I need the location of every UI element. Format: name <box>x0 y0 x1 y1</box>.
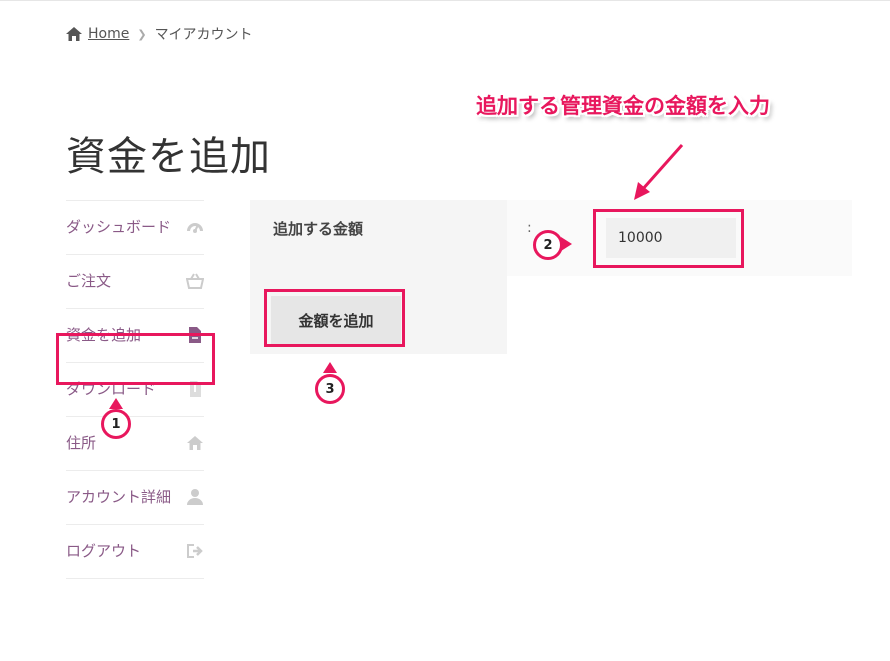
callout-arrow-icon <box>634 144 684 200</box>
page-title: 資金を追加 <box>66 134 271 180</box>
sidebar-item-address[interactable]: 住所 <box>66 416 204 470</box>
sidebar-item-account-details[interactable]: アカウント詳細 <box>66 470 204 524</box>
logout-icon <box>187 544 203 558</box>
pointer-1 <box>109 398 123 409</box>
home-icon <box>66 27 82 41</box>
sidebar-item-label: アカウント詳細 <box>66 488 172 506</box>
basket-icon <box>186 273 204 289</box>
user-icon <box>187 489 203 505</box>
breadcrumb: Home ❯ マイアカウント <box>66 24 253 44</box>
top-border <box>0 0 890 1</box>
sidebar-item-orders[interactable]: ご注文 <box>66 254 204 308</box>
amount-label: 追加する金額 <box>250 200 507 276</box>
sidebar-item-label: ダッシュボード <box>66 218 172 236</box>
step-badge-3: 3 <box>315 374 345 404</box>
pointer-3 <box>323 362 337 373</box>
breadcrumb-current: マイアカウント <box>154 27 253 43</box>
breadcrumb-home-link[interactable]: Home <box>88 26 129 42</box>
sidebar-item-dashboard[interactable]: ダッシュボード <box>66 200 204 254</box>
sidebar-item-label: ご注文 <box>66 272 112 290</box>
callout-text: 追加する管理資金の金額を入力 <box>476 94 770 118</box>
breadcrumb-separator: ❯ <box>137 27 147 41</box>
step-badge-1: 1 <box>101 409 131 439</box>
dashboard-icon <box>187 223 203 233</box>
highlight-add-button <box>264 289 405 347</box>
highlight-add-funds <box>56 333 215 385</box>
amount-colon: : <box>527 220 532 236</box>
home-icon <box>187 436 203 450</box>
sidebar-item-logout[interactable]: ログアウト <box>66 524 204 579</box>
sidebar-item-label: ログアウト <box>66 542 142 560</box>
highlight-amount-input <box>593 209 744 268</box>
step-badge-2: 2 <box>533 230 563 260</box>
account-navigation: ダッシュボード ご注文 資金を追加 ダウンロード 住所 アカウント詳細 ログアウ… <box>66 200 204 579</box>
